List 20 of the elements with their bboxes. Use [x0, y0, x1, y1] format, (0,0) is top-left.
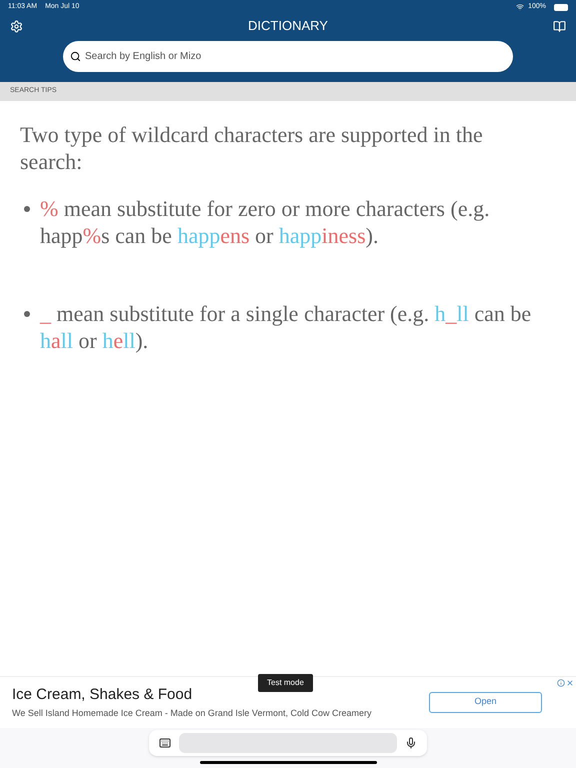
bullet-icon — [24, 311, 30, 317]
ad-title: Ice Cream, Shakes & Food — [12, 685, 194, 705]
tip-text: % mean substitute for zero or more characters (e.g. happ%s can be happens or happiness). — [40, 195, 491, 249]
battery-icon — [554, 4, 568, 10]
search-icon — [70, 51, 81, 62]
settings-icon[interactable] — [10, 20, 23, 32]
open-button[interactable]: Open — [429, 692, 542, 712]
app-title: DICTIONARY — [247, 17, 329, 36]
bullet-icon — [24, 206, 30, 212]
test-mode-badge: Test mode — [258, 674, 313, 692]
microphone-icon[interactable] — [405, 737, 417, 749]
bookmark-icon[interactable] — [553, 20, 566, 32]
wifi-icon — [516, 3, 524, 11]
info-icon[interactable] — [557, 679, 565, 687]
search-field[interactable]: Search by English or Mizo — [63, 41, 513, 72]
ad-description: We Sell Island Homemade Ice Cream - Made on Grand Isle Vermont, Cold Cow Creamery — [12, 706, 372, 720]
tip-text: _ mean substitute for a single character (e.g. h_ll can be hall or hell). — [40, 300, 532, 354]
intro-text: Two type of wildcard characters are supported in the search: — [20, 121, 484, 175]
close-icon[interactable] — [566, 679, 574, 687]
keyboard-icon[interactable] — [159, 737, 171, 749]
